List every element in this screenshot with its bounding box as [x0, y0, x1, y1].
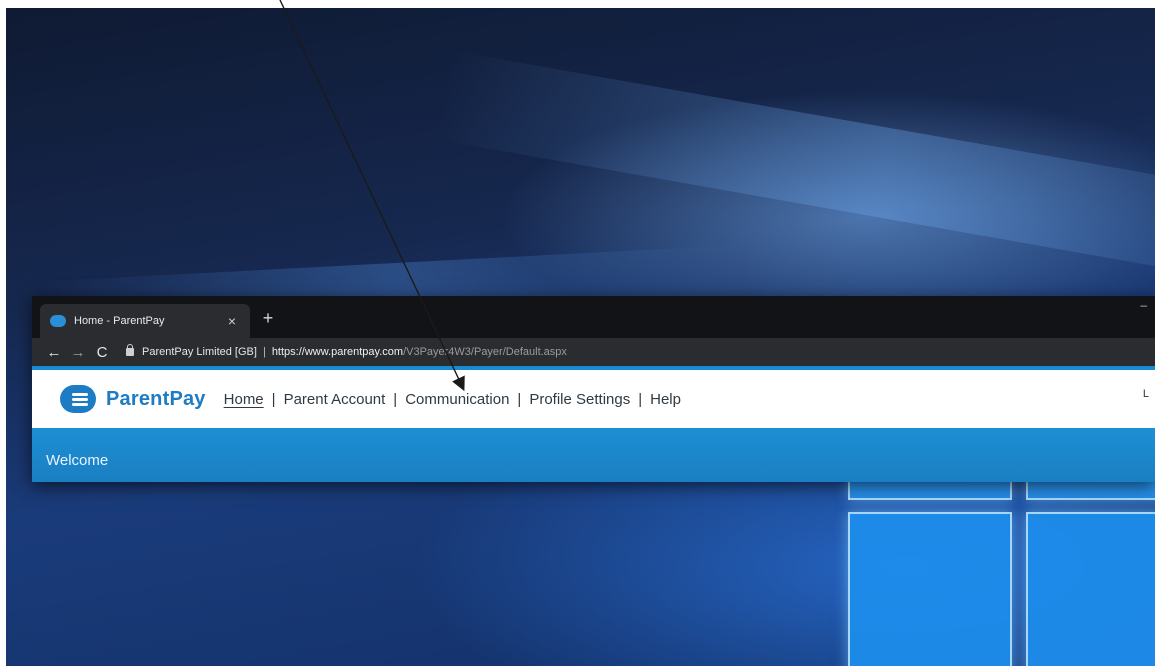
address-separator: |	[262, 346, 266, 358]
nav-divider: |	[393, 390, 398, 408]
url-base: https://www.parentpay.com	[271, 346, 404, 358]
back-button[interactable]: ←	[42, 344, 66, 361]
minimize-icon[interactable]: –	[1140, 298, 1147, 312]
windows-logo-pane	[848, 512, 1012, 666]
forward-button[interactable]: →	[66, 344, 90, 361]
reload-button[interactable]: C	[90, 344, 114, 361]
tab-title: Home - ParentPay	[74, 315, 165, 327]
site-header: ParentPay Home | Parent Account | Commun…	[32, 370, 1155, 428]
nav-communication[interactable]: Communication	[405, 389, 509, 410]
tab-strip: Home - ParentPay × + –	[32, 296, 1155, 338]
parentpay-favicon-icon	[50, 315, 66, 327]
address-bar[interactable]: ParentPay Limited [GB] | https://www.par…	[126, 344, 567, 358]
close-tab-icon[interactable]: ×	[224, 313, 240, 329]
site-identity: ParentPay Limited [GB]	[142, 346, 257, 358]
windows-logo	[848, 474, 1155, 666]
browser-window: Home - ParentPay × + – ← → C ParentPay L…	[32, 296, 1155, 482]
nav-parent-account[interactable]: Parent Account	[284, 389, 386, 410]
main-nav: Home | Parent Account | Communication | …	[224, 389, 681, 410]
welcome-heading: Welcome	[46, 452, 109, 469]
nav-divider: |	[638, 390, 643, 408]
welcome-banner: Welcome	[32, 428, 1155, 482]
nav-divider: |	[271, 390, 276, 408]
nav-divider: |	[517, 390, 522, 408]
logout-link-partial[interactable]: L	[1143, 388, 1149, 400]
nav-home[interactable]: Home	[224, 389, 264, 410]
parentpay-logo-icon	[60, 385, 96, 413]
browser-toolbar: ← → C ParentPay Limited [GB] | https://w…	[32, 338, 1155, 366]
url-path: /V3Payer4W3/Payer/Default.aspx	[403, 346, 567, 358]
tab-home-parentpay[interactable]: Home - ParentPay ×	[40, 304, 250, 338]
lock-icon	[126, 344, 134, 356]
parentpay-logo[interactable]: ParentPay	[60, 385, 206, 413]
brand-name: ParentPay	[106, 387, 206, 410]
windows-logo-pane	[1026, 512, 1155, 666]
nav-profile-settings[interactable]: Profile Settings	[529, 389, 630, 410]
new-tab-button[interactable]: +	[258, 308, 278, 329]
nav-help[interactable]: Help	[650, 389, 681, 410]
